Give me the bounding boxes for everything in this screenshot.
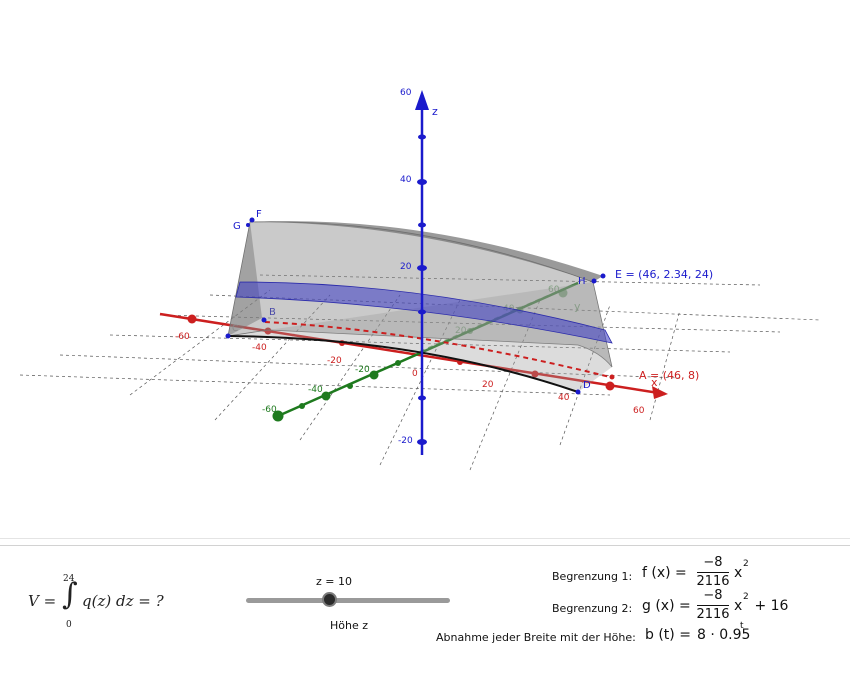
x-tick-label: -20 [327,356,342,366]
boundary-2-constant: + 16 [750,598,789,614]
boundary-1-exponent: 2 [743,559,749,569]
point-h-label: H [578,276,586,287]
z-tick-label: 20 [400,262,412,272]
boundary-2-denominator: 2116 [696,607,730,622]
volume-symbol: V = [28,592,57,610]
slider-caption: Höhe z [330,619,369,632]
point-e-label: E = (46, 2.34, 24) [615,268,713,281]
boundary-1-label: Begrenzung 1: [552,570,633,583]
x-tick-label: -40 [252,343,267,353]
graphics-view-3d[interactable]: -60 -40 -20 0 20 40 60 x -60 -40 -20 20 … [0,0,850,540]
width-decrease-label: Abnahme jeder Breite mit der Höhe: [436,631,636,644]
point-a-label: A = (46, 8) [639,369,699,382]
z-tick-label: -20 [398,436,413,446]
point-c-label: C [232,324,238,334]
boundary-2-numerator: −8 [703,588,723,603]
boundary-1-denominator: 2116 [696,574,730,589]
boundary-1-numerator: −8 [703,555,723,570]
boundary-2-function: g (x) = [642,598,691,614]
integrand: q(z) dz = ? [82,592,164,610]
point-d-label: D [583,380,591,391]
divider [0,545,850,546]
boundary-2-label: Begrenzung 2: [552,602,633,615]
boundary-2-variable: x [734,598,743,614]
width-decrease-exponent: t [740,621,744,631]
x-tick-label: -60 [175,332,190,342]
y-tick-label: -20 [355,365,370,375]
z-tick-label: 60 [400,88,412,98]
fraction-bar [697,605,729,606]
x-tick-label: 60 [633,406,645,416]
y-tick-label: -40 [308,385,323,395]
boundary-1-function: f (x) = [642,565,687,581]
fraction-bar [697,572,729,573]
point-g-label: G [233,221,241,232]
height-slider-track[interactable] [246,598,450,603]
integral-sign: ∫ [62,577,78,612]
height-slider-handle[interactable] [322,592,337,607]
slider-value-label: z = 10 [316,575,352,588]
point-f-label: F [256,209,262,220]
integral-lower-bound: 0 [66,620,72,630]
z-axis-label: z [432,105,438,118]
divider [0,538,850,539]
x-tick-label: 20 [482,380,494,390]
y-tick-label: -60 [262,405,277,415]
boundary-1-variable: x [734,565,743,581]
z-tick-label: 40 [400,175,412,185]
x-tick-label: 40 [558,393,570,403]
boundary-2-exponent: 2 [743,592,749,602]
point-b-label: B [269,307,276,318]
width-decrease-function: b (t) = [645,627,691,643]
x-tick-label: 0 [412,369,418,379]
